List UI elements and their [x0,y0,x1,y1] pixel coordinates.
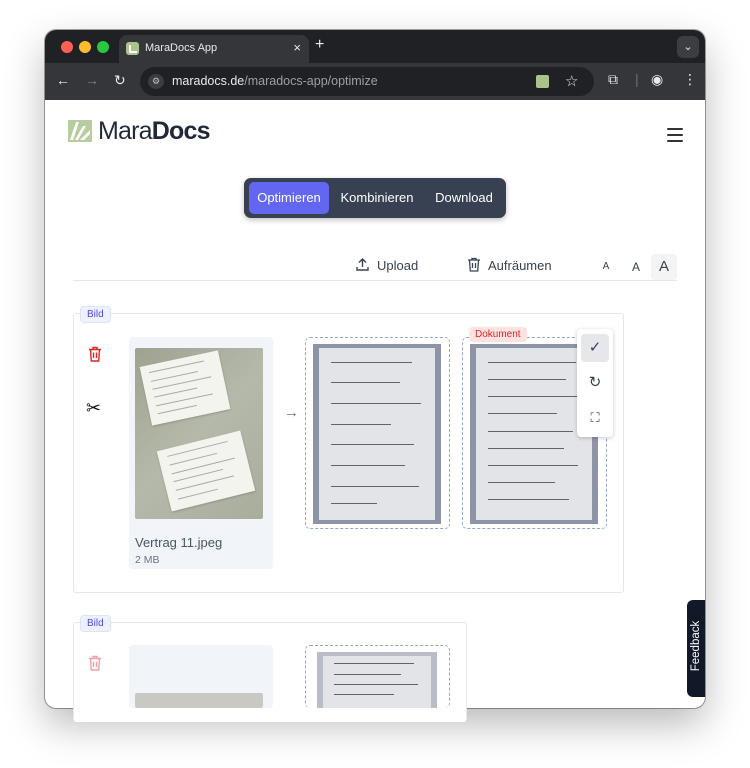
browser-toolbar: ← → ↻ ⚙ maradocs.de/maradocs-app/optimiz… [45,63,705,100]
font-size-large-button[interactable]: A [651,254,677,280]
rotate-icon[interactable]: ↻ [581,369,609,397]
upload-label: Upload [377,258,419,273]
hamburger-menu-icon[interactable] [667,128,683,146]
url-text[interactable]: maradocs.de/maradocs-app/optimize [172,74,378,88]
back-icon[interactable]: ← [56,72,70,88]
delete-trash-icon[interactable] [88,655,102,671]
source-photo-thumbnail[interactable] [135,348,263,519]
arrow-right-icon: → [284,404,299,421]
photo-page-top [139,350,231,426]
close-window-button[interactable] [61,41,73,53]
new-tab-button[interactable]: + [315,36,324,54]
profile-icon[interactable]: ◉ [651,71,663,88]
delete-trash-icon[interactable] [88,346,102,362]
feedback-button[interactable]: Feedback [687,600,705,697]
bookmark-star-icon[interactable]: ☆ [565,72,578,90]
tab-optimize[interactable]: Optimieren [249,182,329,214]
address-bar[interactable]: ⚙ maradocs.de/maradocs-app/optimize ☆ [140,67,594,96]
type-badge: Bild [80,306,111,323]
extension-icon[interactable] [536,75,549,88]
font-size-medium-button[interactable]: A [626,254,646,280]
output-page-1-scan[interactable] [313,344,441,524]
cleanup-button[interactable]: Aufräumen [467,257,552,273]
site-info-icon[interactable]: ⚙ [148,74,164,89]
maradocs-logo-text[interactable]: MaraDocs [98,117,211,146]
tab-title: MaraDocs App [145,42,218,54]
scissors-icon[interactable]: ✂ [86,398,101,419]
font-size-small-button[interactable]: A [597,254,615,280]
tab-download[interactable]: Download [427,182,501,214]
forward-icon[interactable]: → [85,72,99,88]
toolbar-divider: | [635,71,639,87]
tab-combine[interactable]: Kombinieren [337,182,417,214]
source-photo-thumbnail[interactable] [135,693,263,708]
confirm-check-icon[interactable]: ✓ [581,334,609,362]
upload-button[interactable]: Upload [355,258,418,273]
file-name: Vertrag 11.jpeg [135,535,223,550]
page-tools-popover: ✓ ↻ ⛶ [577,329,613,437]
output-page-1-scan[interactable] [317,652,437,708]
tab-bar: MaraDocs App × + ⌄ [45,30,705,63]
crop-focus-icon[interactable]: ⛶ [581,404,609,432]
maximize-window-button[interactable] [97,41,109,53]
trash-icon [468,257,480,272]
main-nav: Optimieren Kombinieren Download [244,178,506,218]
photo-page-bottom [156,430,256,512]
type-badge: Bild [80,615,111,632]
action-bar: Upload Aufräumen A A A [73,252,677,281]
upload-icon [356,258,369,271]
tab-close-icon[interactable]: × [293,40,301,55]
extensions-puzzle-icon[interactable]: ⧉ [608,71,618,88]
document-badge: Dokument [469,327,527,342]
tab-search-icon[interactable]: ⌄ [677,36,699,58]
menu-kebab-icon[interactable]: ⋮ [683,71,697,88]
reload-icon[interactable]: ↻ [114,72,126,89]
minimize-window-button[interactable] [79,41,91,53]
feedback-label: Feedback [690,620,702,672]
browser-tab[interactable]: MaraDocs App × [119,35,309,63]
favicon-icon [126,42,139,55]
maradocs-logo-icon [68,120,92,142]
file-size: 2 MB [135,554,160,566]
cleanup-label: Aufräumen [488,258,552,273]
